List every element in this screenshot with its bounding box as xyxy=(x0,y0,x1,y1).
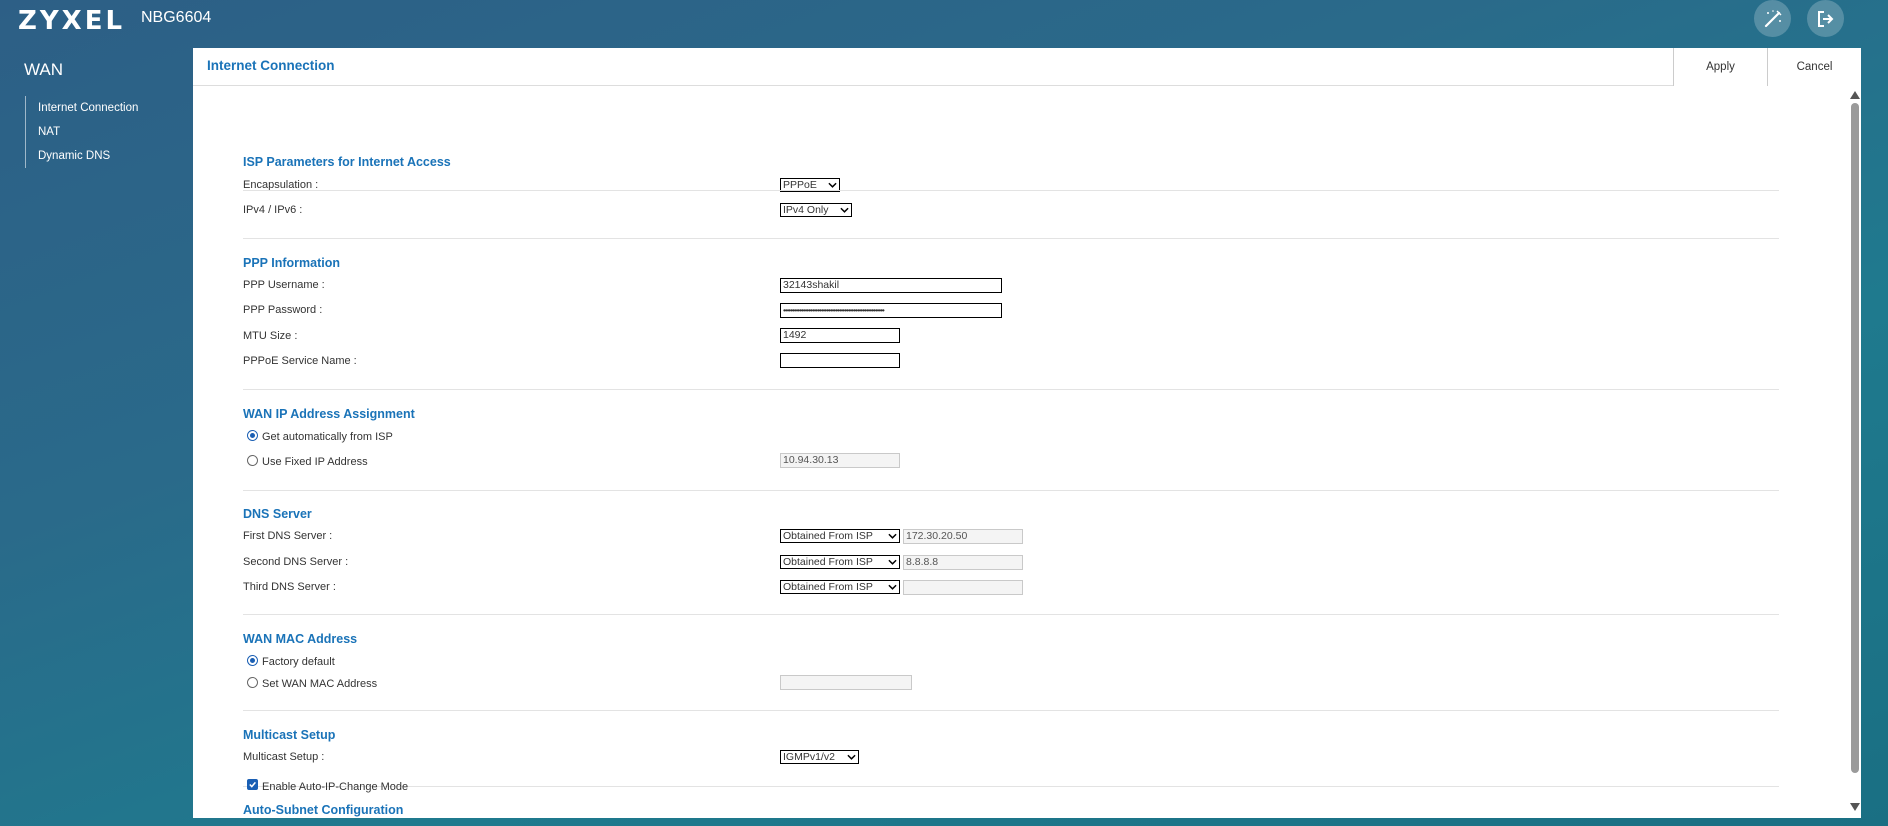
ppp-password-label: PPP Password : xyxy=(243,304,323,316)
dns-section-title: DNS Server xyxy=(243,507,312,521)
ppp-section-title: PPP Information xyxy=(243,256,341,270)
sidebar-item-internet-connection[interactable]: Internet Connection xyxy=(26,96,175,120)
third-dns-input[interactable] xyxy=(903,580,1023,595)
wanmac-section-title: WAN MAC Address xyxy=(243,632,358,646)
set-wan-mac-label: Set WAN MAC Address xyxy=(262,678,378,690)
sidebar-item-nat[interactable]: NAT xyxy=(26,120,175,144)
main-panel: Internet Connection Apply Cancel ISP Par… xyxy=(193,48,1861,818)
chevron-down-icon xyxy=(888,559,897,565)
panel-header: Internet Connection Apply Cancel xyxy=(193,48,1861,86)
mtu-size-label: MTU Size : xyxy=(243,330,298,342)
divider xyxy=(243,190,1779,191)
top-bar: ZYXEL NBG6604 xyxy=(0,0,1888,48)
divider xyxy=(243,710,1779,711)
factory-default-radio[interactable] xyxy=(247,655,258,666)
fixed-ip-input[interactable]: 10.94.30.13 xyxy=(780,453,900,468)
divider xyxy=(243,238,1779,239)
first-dns-select[interactable]: Obtained From ISP xyxy=(780,529,900,543)
sidebar-item-dynamic-dns[interactable]: Dynamic DNS xyxy=(26,144,175,168)
set-wan-mac-radio[interactable] xyxy=(247,677,258,688)
fixed-ip-label: Use Fixed IP Address xyxy=(262,456,368,468)
pppoe-service-name-label: PPPoE Service Name : xyxy=(243,355,357,367)
wizard-icon[interactable] xyxy=(1754,0,1791,37)
model-name: NBG6604 xyxy=(141,9,212,26)
scroll-down-arrow-icon[interactable] xyxy=(1850,803,1860,811)
second-dns-input[interactable]: 8.8.8.8 xyxy=(903,555,1023,570)
second-dns-select[interactable]: Obtained From ISP xyxy=(780,555,900,569)
settings-form: ISP Parameters for Internet Access Encap… xyxy=(193,87,1848,818)
chevron-down-icon xyxy=(888,533,897,539)
chevron-down-icon xyxy=(828,182,837,188)
divider xyxy=(243,490,1779,491)
cancel-button[interactable]: Cancel xyxy=(1767,48,1861,86)
first-dns-input[interactable]: 172.30.20.50 xyxy=(903,529,1023,544)
auto-ip-change-checkbox[interactable] xyxy=(247,779,258,790)
multicast-section-title: Multicast Setup xyxy=(243,728,336,742)
auto-ip-radio[interactable] xyxy=(247,430,258,441)
auto-ip-change-label: Enable Auto-IP-Change Mode xyxy=(262,781,409,793)
second-dns-label: Second DNS Server : xyxy=(243,556,349,568)
auto-ip-label: Get automatically from ISP xyxy=(262,431,393,443)
page-title: Internet Connection xyxy=(207,58,335,73)
scrollbar[interactable] xyxy=(1848,87,1861,818)
multicast-setup-select[interactable]: IGMPv1/v2 xyxy=(780,750,859,764)
wanip-section-title: WAN IP Address Assignment xyxy=(243,407,415,421)
sidebar-list: Internet Connection NAT Dynamic DNS xyxy=(25,96,175,168)
ipversion-select[interactable]: IPv4 Only xyxy=(780,203,852,217)
checkmark-icon xyxy=(249,781,256,788)
apply-button[interactable]: Apply xyxy=(1673,48,1767,86)
mtu-size-input[interactable]: 1492 xyxy=(780,328,900,343)
fixed-ip-radio[interactable] xyxy=(247,455,258,466)
scroll-up-arrow-icon[interactable] xyxy=(1850,91,1860,99)
autosubnet-section-title: Auto-Subnet Configuration xyxy=(243,803,404,817)
pppoe-service-name-input[interactable] xyxy=(780,353,900,368)
factory-default-label: Factory default xyxy=(262,656,335,668)
chevron-down-icon xyxy=(888,584,897,590)
first-dns-label: First DNS Server : xyxy=(243,530,333,542)
third-dns-label: Third DNS Server : xyxy=(243,581,336,593)
divider xyxy=(243,786,1779,787)
ppp-password-input[interactable]: ••••••••••••••••••••••••••••••••••••••••… xyxy=(780,303,1002,318)
divider xyxy=(243,389,1779,390)
divider xyxy=(243,614,1779,615)
ppp-username-label: PPP Username : xyxy=(243,279,325,291)
third-dns-select[interactable]: Obtained From ISP xyxy=(780,580,900,594)
sidebar-title: WAN xyxy=(24,60,64,79)
ipversion-label: IPv4 / IPv6 : xyxy=(243,204,303,216)
logout-icon[interactable] xyxy=(1807,0,1844,37)
zyxel-logo: ZYXEL xyxy=(18,6,126,36)
chevron-down-icon xyxy=(847,754,856,760)
multicast-setup-label: Multicast Setup : xyxy=(243,751,325,763)
scroll-thumb[interactable] xyxy=(1851,103,1859,773)
wan-mac-input[interactable] xyxy=(780,675,912,690)
chevron-down-icon xyxy=(840,207,849,213)
isp-section-title: ISP Parameters for Internet Access xyxy=(243,155,451,169)
ppp-username-input[interactable]: 32143shakil xyxy=(780,278,1002,293)
